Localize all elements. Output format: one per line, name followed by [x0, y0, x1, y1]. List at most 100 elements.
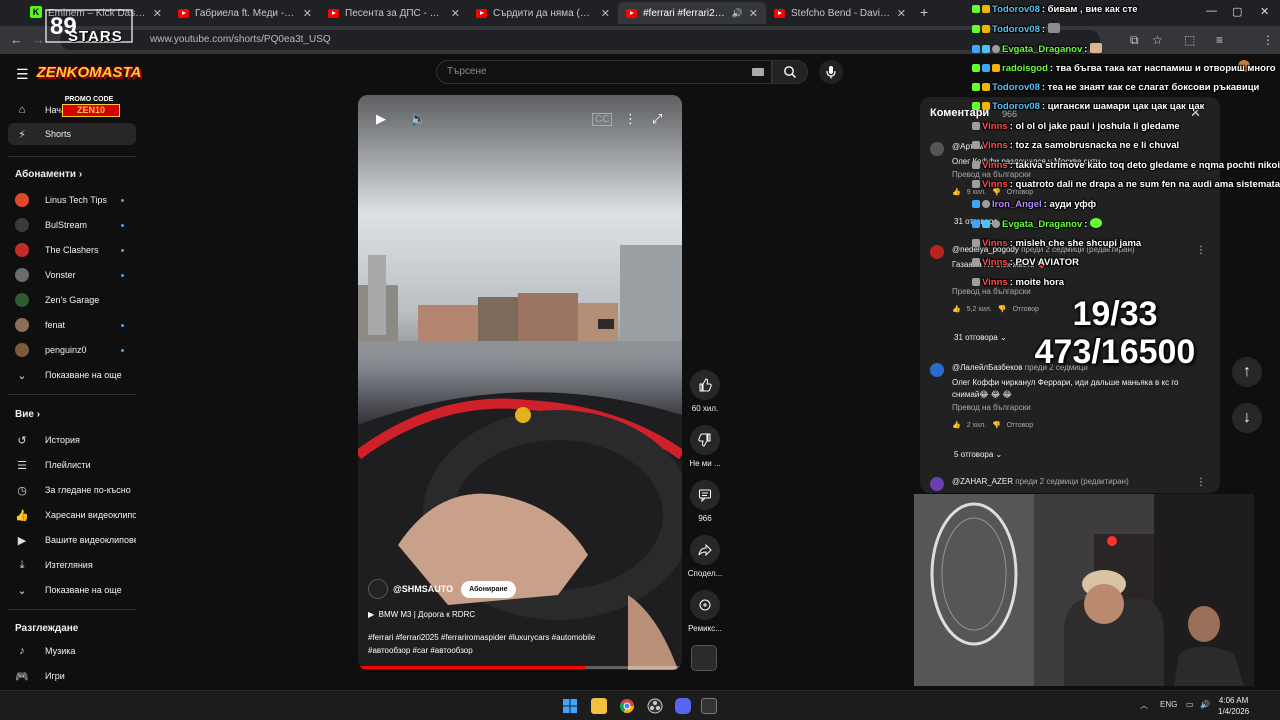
- maximize-icon[interactable]: ▢: [1232, 5, 1242, 18]
- sidebar-item-your-videos[interactable]: ▶ Вашите видеоклипове: [8, 529, 136, 551]
- sidebar-item-history[interactable]: ↺ История: [8, 429, 136, 451]
- sidebar-item-fenat[interactable]: fenat: [8, 314, 136, 336]
- video-progress-bar[interactable]: [358, 666, 682, 669]
- bookmark-star-icon[interactable]: ☆: [1152, 33, 1163, 47]
- sidebar-item-bulstream[interactable]: BulStream: [8, 214, 136, 236]
- fullscreen-icon[interactable]: ⤢: [652, 111, 662, 127]
- translate-link[interactable]: Превод на български: [952, 170, 1031, 179]
- chevron-up-icon[interactable]: ︿: [1140, 700, 1148, 711]
- thumbs-up-icon[interactable]: 👍: [952, 421, 961, 429]
- subscriptions-heading[interactable]: Абонаменти ›: [15, 169, 82, 180]
- close-icon[interactable]: ✕: [749, 7, 758, 20]
- address-bar[interactable]: www.youtube.com/shorts/PQ0ea3t_USQ: [60, 30, 1100, 50]
- dislike-button[interactable]: Не ми ...: [686, 425, 724, 468]
- sidebar-item-playlists[interactable]: ☰ Плейлисти: [8, 454, 136, 476]
- volume-icon[interactable]: 🔊: [1200, 700, 1210, 709]
- close-icon[interactable]: ✕: [451, 7, 460, 20]
- video-description[interactable]: #ferrari #ferrari2025 #ferrariromaspider…: [368, 631, 638, 657]
- share-button[interactable]: Сподел...: [686, 535, 724, 578]
- translate-link[interactable]: Превод на български: [952, 403, 1031, 412]
- voice-search-button[interactable]: [819, 60, 843, 84]
- system-clock[interactable]: 4:06 AM 1/4/2026: [1218, 695, 1249, 717]
- terminal-icon[interactable]: [701, 698, 717, 714]
- replies-toggle[interactable]: 31 отговора ⌄: [954, 333, 1007, 342]
- close-icon[interactable]: ✕: [303, 7, 312, 20]
- keyboard-icon[interactable]: [752, 68, 764, 76]
- close-icon[interactable]: ✕: [897, 7, 906, 20]
- captions-icon[interactable]: CC: [592, 113, 613, 126]
- search-button[interactable]: [772, 60, 808, 84]
- sound-thumbnail[interactable]: [691, 645, 717, 671]
- kebab-menu-icon[interactable]: ⋮: [1196, 245, 1206, 256]
- extensions-icon[interactable]: ⬚: [1184, 33, 1195, 47]
- language-indicator[interactable]: ENG: [1160, 700, 1177, 709]
- network-icon[interactable]: ▭: [1186, 700, 1194, 709]
- sidebar-item-gaming[interactable]: 🎮 Игри: [8, 665, 136, 687]
- url-text: www.youtube.com/shorts/PQ0ea3t_USQ: [150, 34, 331, 45]
- sidebar-item-vonster[interactable]: Vonster: [8, 264, 136, 286]
- kebab-menu-icon[interactable]: ⋮: [1196, 477, 1206, 488]
- plus-icon[interactable]: +: [920, 4, 928, 20]
- hamburger-menu-icon[interactable]: ☰: [16, 66, 29, 83]
- speaker-icon[interactable]: 🔊: [732, 8, 743, 19]
- thumbs-down-icon[interactable]: 👎: [992, 421, 1001, 429]
- sidebar-item-downloads[interactable]: ⤓ Изтегляния: [8, 554, 136, 576]
- you-heading[interactable]: Вие ›: [15, 409, 40, 420]
- close-window-icon[interactable]: ✕: [1260, 5, 1269, 18]
- tab-dps[interactable]: Песента за ДПС - НОВО НАЧА ✕: [320, 2, 468, 24]
- sidebar-item-shorts[interactable]: ⚡ Shorts: [8, 123, 136, 145]
- avatar[interactable]: [930, 363, 944, 377]
- search-input[interactable]: Търсене: [436, 60, 772, 84]
- thumbs-down-icon[interactable]: 👎: [998, 305, 1007, 313]
- back-arrow-icon[interactable]: ←: [10, 32, 23, 47]
- install-icon[interactable]: ⧉: [1130, 33, 1139, 48]
- chrome-icon[interactable]: [619, 698, 635, 714]
- comments-button[interactable]: 966: [686, 480, 724, 523]
- replies-toggle[interactable]: 5 отговора ⌄: [954, 450, 1002, 459]
- music-row[interactable]: ▶ BMW M3 | Дорога к RDRC: [368, 610, 475, 619]
- volume-icon[interactable]: 🔈: [410, 111, 426, 127]
- sidebar-item-penguinz0[interactable]: penguinz0: [8, 339, 136, 361]
- minimize-icon[interactable]: —: [1206, 5, 1217, 17]
- sidebar-item-liked-videos[interactable]: 👍 Харесани видеоклипове: [8, 504, 136, 526]
- tab-stefcho[interactable]: Stefcho Bend - Davinchi Zakon ✕: [766, 2, 914, 24]
- media-control-icon[interactable]: ≡: [1216, 33, 1223, 47]
- sidebar-item-watch-later[interactable]: ◷ За гледане по-късно: [8, 479, 136, 501]
- next-short-button[interactable]: ↓: [1232, 403, 1262, 433]
- show-more-subscriptions[interactable]: ⌄ Показване на още: [8, 364, 136, 386]
- subscribe-button[interactable]: Абониране: [461, 580, 516, 598]
- thumbs-up-icon[interactable]: 👍: [952, 305, 961, 313]
- badge-icon: [982, 64, 990, 72]
- thumbs-up-icon[interactable]: 👍: [952, 188, 961, 196]
- kebab-menu-icon[interactable]: ⋮: [624, 111, 637, 127]
- close-icon[interactable]: ✕: [601, 7, 610, 20]
- avatar[interactable]: [930, 477, 944, 491]
- tab-serditi[interactable]: Сърдити да няма (Official AI Au ✕: [468, 2, 618, 24]
- sidebar-item-music[interactable]: ♪ Музика: [8, 640, 136, 662]
- tab-ferrari-active[interactable]: #ferrari #ferrari2025 #ferra 🔊 ✕: [618, 2, 766, 24]
- channel-avatar[interactable]: [368, 579, 388, 599]
- sidebar-item-the-clashers[interactable]: The Clashers: [8, 239, 136, 261]
- tab-gabriela[interactable]: Габриела ft. Меди - Габриела ✕: [170, 2, 320, 24]
- windows-start-icon[interactable]: [562, 698, 578, 714]
- comment-author[interactable]: @ZAHAR_AZER преди 2 седмици (редактиран): [952, 477, 1129, 486]
- sidebar: ⌂ Начало ⚡ Shorts Абонаменти › Linus Tec…: [0, 96, 144, 686]
- music-icon: ♪: [19, 645, 25, 657]
- reply-button[interactable]: Отговор: [1007, 422, 1033, 429]
- remix-button[interactable]: Ремикс...: [686, 590, 724, 633]
- obs-icon[interactable]: [647, 698, 663, 714]
- file-explorer-icon[interactable]: [591, 698, 607, 714]
- kebab-menu-icon[interactable]: ⋮: [1262, 33, 1274, 47]
- close-icon[interactable]: ✕: [153, 7, 162, 20]
- shorts-video-player[interactable]: ▶ 🔈 CC ⋮ ⤢ @SHMSAUTO Абониране ▶ BMW M3 …: [358, 95, 682, 670]
- channel-name[interactable]: @SHMSAUTO: [393, 584, 453, 594]
- avatar[interactable]: [930, 142, 944, 156]
- sidebar-item-zens-garage[interactable]: Zen's Garage: [8, 289, 136, 311]
- show-more-you[interactable]: ⌄ Показване на още: [8, 579, 136, 601]
- sidebar-item-linus-tech-tips[interactable]: Linus Tech Tips: [8, 189, 136, 211]
- discord-icon[interactable]: [675, 698, 691, 714]
- avatar[interactable]: [930, 245, 944, 259]
- play-icon[interactable]: ▶: [376, 111, 386, 127]
- like-button[interactable]: 60 хил.: [686, 370, 724, 413]
- previous-short-button[interactable]: ↑: [1232, 357, 1262, 387]
